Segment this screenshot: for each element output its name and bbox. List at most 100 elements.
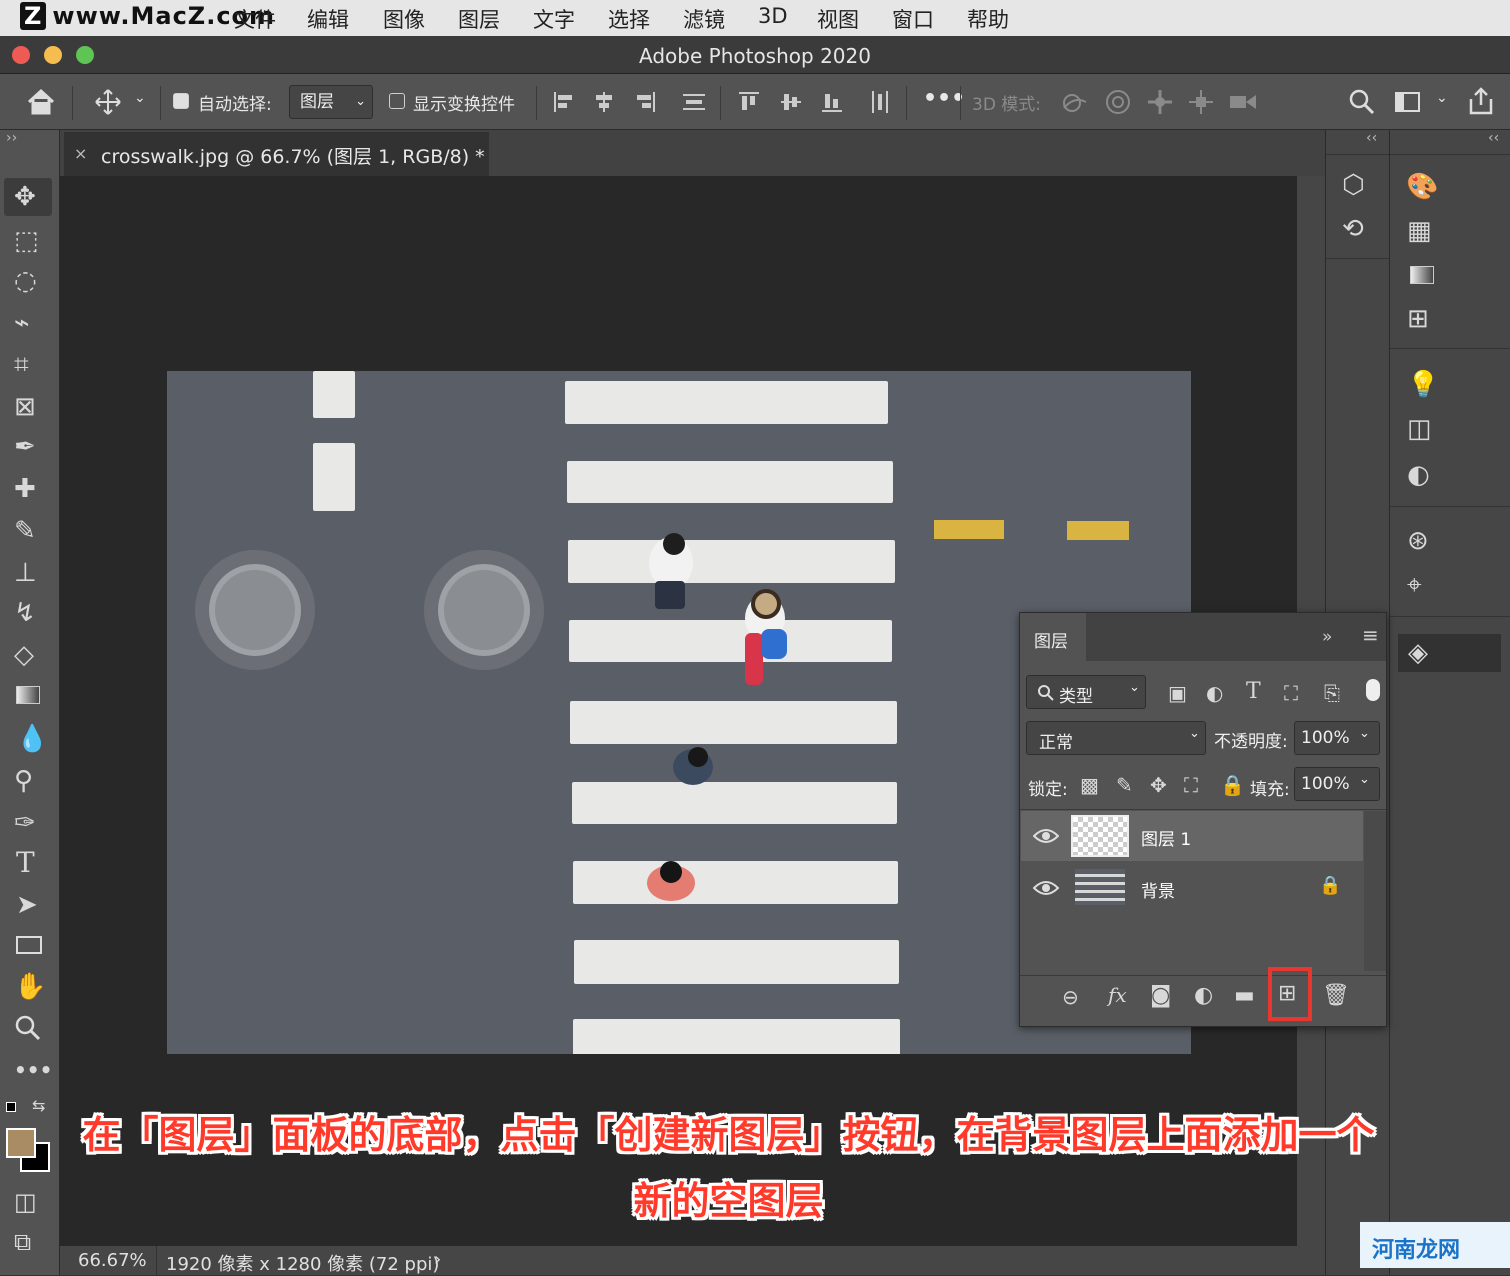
quick-mask-icon[interactable]: ◫ [14,1188,37,1216]
3d-panel-icon[interactable]: ⬡ [1342,170,1365,200]
filter-smart-object-icon[interactable]: ⎘ [1324,681,1340,705]
menu-type[interactable]: 文字 [533,4,575,34]
path-selection-tool-icon[interactable]: ➤ [16,890,38,920]
lock-artboard-icon[interactable]: ⛶ [1184,773,1198,797]
3d-slide-icon[interactable] [1187,88,1215,116]
filter-shape-icon[interactable]: ⛶ [1284,681,1298,705]
libraries-panel-icon[interactable]: ◫ [1407,414,1432,444]
zoom-tool-icon[interactable] [14,1014,42,1042]
learn-panel-icon[interactable]: 💡 [1407,370,1439,400]
dodge-tool-icon[interactable]: ⚲ [14,766,33,796]
default-colors-icon[interactable] [6,1102,16,1112]
pen-tool-icon[interactable]: ✑ [14,808,36,838]
3d-pan-icon[interactable] [1146,88,1174,116]
workspace-icon[interactable] [1394,90,1422,114]
layer-row-layer1[interactable]: 图层 1 [1021,811,1363,861]
lock-all-icon[interactable]: 🔒 [1220,773,1245,797]
distribute-icon[interactable] [682,90,706,114]
new-layer-icon[interactable]: ⊞ [1278,981,1296,1006]
menu-help[interactable]: 帮助 [967,4,1009,34]
align-vertical-center-icon[interactable] [780,90,802,114]
paths-panel-icon[interactable]: ⌖ [1407,570,1422,601]
3d-orbit-icon[interactable] [1060,88,1090,116]
collapse-panel-icon[interactable]: ‹‹ [1366,130,1377,146]
lasso-tool-icon[interactable]: ◌ [14,266,37,296]
blur-tool-icon[interactable]: 💧 [16,724,48,754]
blend-mode-dropdown[interactable]: 正常 ⌄ [1026,721,1206,755]
visibility-eye-icon[interactable] [1033,827,1059,845]
rectangle-tool-icon[interactable] [16,936,42,954]
opacity-field[interactable]: 100% ⌄ [1294,721,1380,755]
align-right-icon[interactable] [635,90,657,114]
healing-brush-tool-icon[interactable]: ✚ [14,474,36,504]
adjustments-panel-icon[interactable]: ◐ [1407,460,1430,490]
layer-name[interactable]: 背景 [1141,877,1175,902]
layer-name[interactable]: 图层 1 [1141,825,1191,850]
marquee-tool-icon[interactable]: ⬚ [14,226,39,256]
frame-tool-icon[interactable]: ⊠ [14,392,36,422]
more-options-icon[interactable]: ••• [923,86,965,111]
distribute-vertical-icon[interactable] [869,90,891,114]
layers-scrollbar[interactable] [1364,811,1386,971]
share-icon[interactable] [1466,86,1496,116]
document-tab[interactable]: × crosswalk.jpg @ 66.7% (图层 1, RGB/8) * [64,132,489,176]
align-bottom-icon[interactable] [821,90,843,114]
move-tool-icon[interactable]: ✥ [14,182,36,212]
layer-row-background[interactable]: 背景 🔒 [1021,863,1363,913]
align-left-icon[interactable] [552,90,574,114]
channels-panel-icon[interactable]: ⊛ [1407,526,1429,556]
lock-position-icon[interactable]: ✥ [1150,773,1167,797]
new-group-icon[interactable]: ▬ [1234,983,1255,1008]
lock-transparent-icon[interactable]: ▩ [1080,773,1099,797]
collapse-panel-icon[interactable]: » [1322,627,1332,647]
gradients-panel-icon[interactable] [1410,266,1434,284]
show-transform-checkbox[interactable] [389,93,405,109]
visibility-eye-icon[interactable] [1033,879,1059,897]
hand-tool-icon[interactable]: ✋ [14,972,46,1002]
auto-select-dropdown[interactable]: 图层 ⌄ [289,85,373,119]
brush-tool-icon[interactable]: ✎ [14,516,36,546]
search-icon[interactable] [1348,88,1376,116]
filter-pixel-icon[interactable]: ▣ [1168,681,1187,705]
add-mask-icon[interactable]: ◙ [1150,983,1171,1008]
fill-field[interactable]: 100% ⌄ [1294,767,1380,801]
align-top-icon[interactable] [738,90,760,114]
adjustment-layer-icon[interactable]: ◐ [1194,983,1213,1008]
patterns-panel-icon[interactable]: ⊞ [1407,304,1429,334]
screen-mode-icon[interactable]: ⧉ [14,1228,31,1256]
history-brush-tool-icon[interactable]: ↯ [14,598,36,628]
chevron-down-icon[interactable]: ⌄ [134,90,146,106]
layer-filter-dropdown[interactable]: 类型 ⌄ [1026,675,1146,709]
3d-roll-icon[interactable] [1104,88,1132,116]
eyedropper-tool-icon[interactable]: ✒ [14,432,36,462]
auto-select-checkbox[interactable] [173,93,189,109]
crop-tool-icon[interactable]: ⌗ [14,350,29,381]
type-tool-icon[interactable]: T [16,846,35,879]
align-horizontal-center-icon[interactable] [593,90,615,114]
link-layers-icon[interactable]: ⊖ [1062,985,1079,1009]
foreground-color-swatch[interactable] [6,1128,36,1158]
menu-file[interactable]: 文件 [234,4,276,34]
color-panel-icon[interactable]: 🎨 [1406,172,1438,202]
eraser-tool-icon[interactable]: ◇ [14,640,34,670]
history-panel-icon[interactable]: ⟲ [1342,214,1364,244]
swatches-panel-icon[interactable]: ▦ [1407,216,1432,246]
menu-layer[interactable]: 图层 [458,4,500,34]
delete-layer-icon[interactable]: 🗑 [1322,983,1350,1008]
filter-type-icon[interactable]: T [1246,679,1261,704]
menu-view[interactable]: 视图 [817,4,859,34]
quick-select-tool-icon[interactable]: ⌁ [14,308,30,338]
menu-image[interactable]: 图像 [383,4,425,34]
menu-select[interactable]: 选择 [608,4,650,34]
menu-3d[interactable]: 3D [758,4,788,28]
move-tool-icon[interactable] [94,88,122,116]
menu-filter[interactable]: 滤镜 [683,4,725,34]
swap-colors-icon[interactable]: ⇆ [32,1096,45,1115]
3d-camera-icon[interactable] [1228,90,1260,114]
document-info[interactable]: 1920 像素 x 1280 像素 (72 ppi) [166,1250,439,1276]
close-tab-icon[interactable]: × [74,144,87,163]
layers-panel-button[interactable]: ◈ [1398,634,1501,672]
clone-stamp-tool-icon[interactable]: ⊥ [14,558,37,588]
filter-toggle[interactable] [1366,679,1380,701]
menu-edit[interactable]: 编辑 [307,4,349,34]
